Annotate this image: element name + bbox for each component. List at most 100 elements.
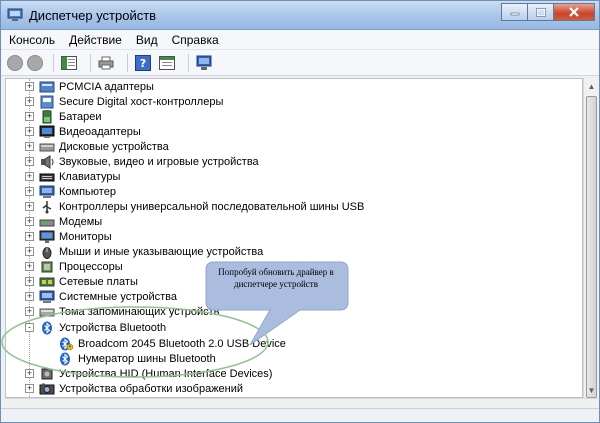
bluetooth-warning-icon xyxy=(60,337,74,350)
close-icon xyxy=(569,7,579,17)
tree-item-label: Звуковые, видео и игровые устройства xyxy=(59,155,259,168)
title-bar[interactable]: Диспетчер устройств xyxy=(1,1,599,30)
tree-item[interactable]: + Системные устройства xyxy=(6,289,566,304)
tree-item-label: Клавиатуры xyxy=(59,170,121,183)
expand-toggle[interactable]: + xyxy=(25,277,34,286)
menu-action[interactable]: Действие xyxy=(61,33,128,47)
tree-item-label: Secure Digital хост-контроллеры xyxy=(59,95,224,108)
battery-icon xyxy=(42,109,52,123)
display-adapter-icon xyxy=(39,125,55,138)
tree-item[interactable]: + Тома запоминающих устройств xyxy=(6,304,566,319)
menu-help[interactable]: Справка xyxy=(164,33,225,47)
tree-item-label: Системные устройства xyxy=(59,290,178,303)
minimize-button[interactable] xyxy=(501,3,527,21)
tree-item-label: Модемы xyxy=(59,215,103,228)
expand-toggle[interactable]: + xyxy=(25,157,34,166)
scroll-up-arrow[interactable]: ▲ xyxy=(584,78,599,94)
tree-item[interactable]: + Клавиатуры xyxy=(6,169,566,184)
tree-item-label: Контроллеры универсальной последовательн… xyxy=(59,200,365,213)
expand-toggle[interactable]: + xyxy=(25,142,34,151)
tree-item[interactable]: + Звуковые, видео и игровые устройства xyxy=(6,154,566,169)
device-manager-app-icon xyxy=(7,8,23,21)
scrollbar-thumb[interactable] xyxy=(586,96,597,398)
expand-toggle[interactable]: + xyxy=(25,262,34,271)
expand-toggle[interactable]: + xyxy=(25,82,34,91)
usb-icon xyxy=(42,200,52,213)
tree-item[interactable]: + Secure Digital хост-контроллеры xyxy=(6,94,566,109)
tree-item-label: Процессоры xyxy=(59,260,123,273)
collapse-toggle[interactable]: - xyxy=(25,323,34,332)
modem-icon xyxy=(39,219,55,226)
storage-volume-icon xyxy=(39,308,55,316)
expand-toggle[interactable]: + xyxy=(25,217,34,226)
tree-item[interactable]: + Видеоадаптеры xyxy=(6,124,566,139)
callout-text: Попробуй обновить драйвер в диспетчере у… xyxy=(218,267,334,289)
bluetooth-icon xyxy=(60,352,70,365)
tree-item-label: Мониторы xyxy=(59,230,112,243)
vertical-scrollbar[interactable]: ▲ ▼ xyxy=(583,78,598,398)
properties-button[interactable] xyxy=(158,54,176,72)
maximize-button[interactable] xyxy=(527,3,553,21)
print-button[interactable] xyxy=(97,54,115,72)
tree-item[interactable]: + Устройства HID (Human Interface Device… xyxy=(6,366,566,381)
back-button[interactable] xyxy=(7,54,23,71)
menu-bar: Консоль Действие Вид Справка xyxy=(1,30,599,50)
show-hide-console-tree-button[interactable] xyxy=(60,54,78,72)
tree-item-label: Мыши и иные указывающие устройства xyxy=(59,245,264,258)
tree-item[interactable]: + PCMCIA адаптеры xyxy=(6,79,566,94)
scan-hardware-button[interactable] xyxy=(195,54,213,72)
menu-console[interactable]: Консоль xyxy=(1,33,61,47)
help-button[interactable]: ? xyxy=(134,54,152,72)
system-device-icon xyxy=(39,290,55,303)
expand-toggle[interactable]: + xyxy=(25,369,34,378)
keyboard-icon xyxy=(39,173,55,181)
caption-buttons xyxy=(501,3,595,21)
toolbar-separator xyxy=(188,53,189,72)
tree-item[interactable]: + Мыши и иные указывающие устройства xyxy=(6,244,566,259)
expand-toggle[interactable]: + xyxy=(25,247,34,256)
close-button[interactable] xyxy=(553,3,595,21)
expand-toggle[interactable]: + xyxy=(25,202,34,211)
tree-item[interactable]: + Контроллеры универсальной последовател… xyxy=(6,199,566,214)
computer-icon xyxy=(39,185,55,198)
menu-view[interactable]: Вид xyxy=(128,33,164,47)
expand-toggle[interactable]: + xyxy=(25,97,34,106)
sd-host-icon xyxy=(40,95,54,108)
bluetooth-icon xyxy=(42,321,52,334)
forward-button[interactable] xyxy=(27,54,43,71)
svg-text:?: ? xyxy=(140,57,146,70)
properties-icon xyxy=(159,55,175,70)
expand-toggle[interactable]: + xyxy=(25,232,34,241)
tree-item-bluetooth[interactable]: - Устройства Bluetooth xyxy=(6,320,566,335)
maximize-icon xyxy=(535,7,546,17)
tree-item[interactable]: + Устройства обработки изображений xyxy=(6,381,566,396)
expand-toggle[interactable]: + xyxy=(25,187,34,196)
toolbar-separator xyxy=(53,53,54,72)
tree-item-bluetooth-enumerator[interactable]: Нумератор шины Bluetooth xyxy=(6,351,566,366)
tree-item-broadcom-bluetooth[interactable]: Broadcom 2045 Bluetooth 2.0 USB Device xyxy=(6,336,566,351)
expand-toggle[interactable]: + xyxy=(25,112,34,121)
tree-item[interactable]: + Компьютер xyxy=(6,184,566,199)
tree-item-label: Батареи xyxy=(59,110,102,123)
processor-icon xyxy=(41,261,53,272)
tree-item-label: Нумератор шины Bluetooth xyxy=(78,352,216,365)
expand-toggle[interactable]: + xyxy=(25,292,34,301)
help-icon: ? xyxy=(135,54,151,71)
tree-item-label: Видеоадаптеры xyxy=(59,125,141,138)
hid-icon xyxy=(41,368,53,379)
tree-item-label: Broadcom 2045 Bluetooth 2.0 USB Device xyxy=(78,337,286,350)
expand-toggle[interactable]: + xyxy=(25,172,34,181)
tree-item-label: Устройства Bluetooth xyxy=(59,321,167,334)
device-tree[interactable]: + PCMCIA адаптеры + Secure Digital хост-… xyxy=(5,78,583,398)
window-title: Диспетчер устройств xyxy=(29,8,157,23)
expand-toggle[interactable]: + xyxy=(25,384,34,393)
expand-toggle[interactable]: + xyxy=(25,307,34,316)
expand-toggle[interactable]: + xyxy=(25,127,34,136)
tree-item[interactable]: + Модемы xyxy=(6,214,566,229)
tree-item[interactable]: + Дисковые устройства xyxy=(6,139,566,154)
console-tree-icon xyxy=(61,55,77,70)
tree-item-label: PCMCIA адаптеры xyxy=(59,80,154,93)
tree-item[interactable]: + Мониторы xyxy=(6,229,566,244)
tree-item[interactable]: + Батареи xyxy=(6,109,566,124)
scroll-down-arrow[interactable]: ▼ xyxy=(584,382,599,398)
